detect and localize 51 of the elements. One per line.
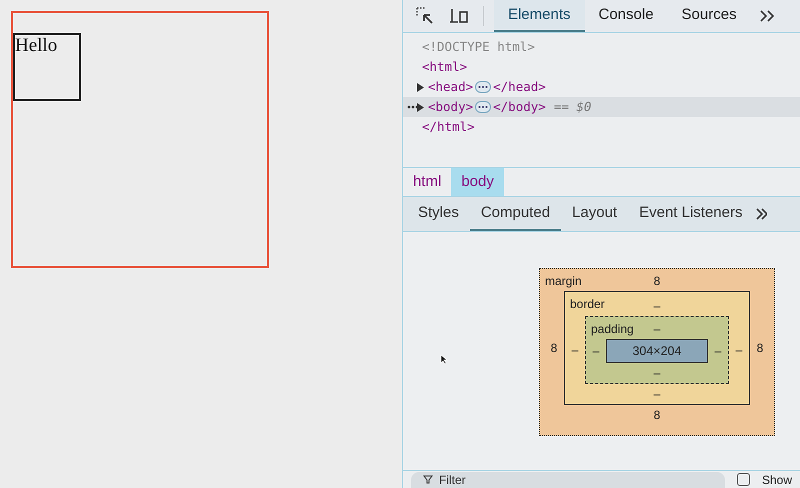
close-tag: </body> xyxy=(493,97,546,117)
border-label: border xyxy=(570,296,605,313)
margin-value: 8 xyxy=(654,273,660,290)
ellipsis-icon[interactable] xyxy=(475,81,492,93)
selected-node-marker: == $0 xyxy=(554,98,592,116)
sidebar-tab[interactable]: Styles xyxy=(406,197,470,231)
border-value: – xyxy=(654,386,660,403)
more-tabs-icon[interactable] xyxy=(758,9,775,23)
body-box: Hello xyxy=(13,33,81,101)
margin-label: margin xyxy=(544,273,582,290)
sidebar-tab[interactable]: Event Listeners xyxy=(628,197,754,231)
filter-input[interactable]: Filter xyxy=(438,470,639,488)
inspect-icon[interactable] xyxy=(414,6,435,26)
more-dots-icon[interactable] xyxy=(406,105,419,109)
ellipsis-icon[interactable] xyxy=(475,101,492,113)
breadcrumb[interactable]: body xyxy=(451,168,504,196)
border-value: – xyxy=(654,298,660,315)
border-value: – xyxy=(570,342,580,359)
devtools-tab[interactable]: Sources xyxy=(668,0,751,32)
open-tag: <head> xyxy=(428,77,474,97)
dom-node-row[interactable]: <html> xyxy=(402,57,800,77)
devtools-tab[interactable]: Console xyxy=(584,0,668,32)
open-tag: <body> xyxy=(428,97,474,117)
padding-value: – xyxy=(654,365,660,382)
padding-value: – xyxy=(654,321,660,338)
checkbox-label: Show xyxy=(762,472,792,488)
padding-label: padding xyxy=(590,321,634,338)
close-tag: </html> xyxy=(422,119,475,134)
border-value: – xyxy=(734,342,744,359)
device-icon[interactable] xyxy=(448,7,469,25)
open-tag: <html> xyxy=(422,57,468,77)
expand-triangle-icon[interactable] xyxy=(416,102,424,112)
content-size: 304×204 xyxy=(606,339,708,363)
mouse-cursor-icon xyxy=(440,354,448,365)
padding-value: – xyxy=(714,343,722,360)
margin-value: 8 xyxy=(756,340,764,357)
dom-node-row[interactable]: <head> </head> xyxy=(402,77,800,97)
margin-value: 8 xyxy=(654,407,660,424)
breadcrumb[interactable]: html xyxy=(402,168,452,196)
checkbox[interactable] xyxy=(736,473,750,486)
doctype-line: <!DOCTYPE html> xyxy=(422,39,535,54)
filter-icon xyxy=(422,475,433,484)
more-tabs-icon[interactable] xyxy=(755,207,768,221)
filter-field[interactable]: Filter xyxy=(410,472,725,488)
padding-value: – xyxy=(592,343,600,360)
expand-triangle-icon[interactable] xyxy=(416,82,424,92)
margin-value: 8 xyxy=(550,340,558,357)
dom-node-row[interactable]: <body> </body> == $0 xyxy=(402,97,800,117)
close-tag: </head> xyxy=(493,77,546,97)
devtools-tab[interactable]: Elements xyxy=(494,0,584,32)
sidebar-tab[interactable]: Layout xyxy=(561,197,628,231)
